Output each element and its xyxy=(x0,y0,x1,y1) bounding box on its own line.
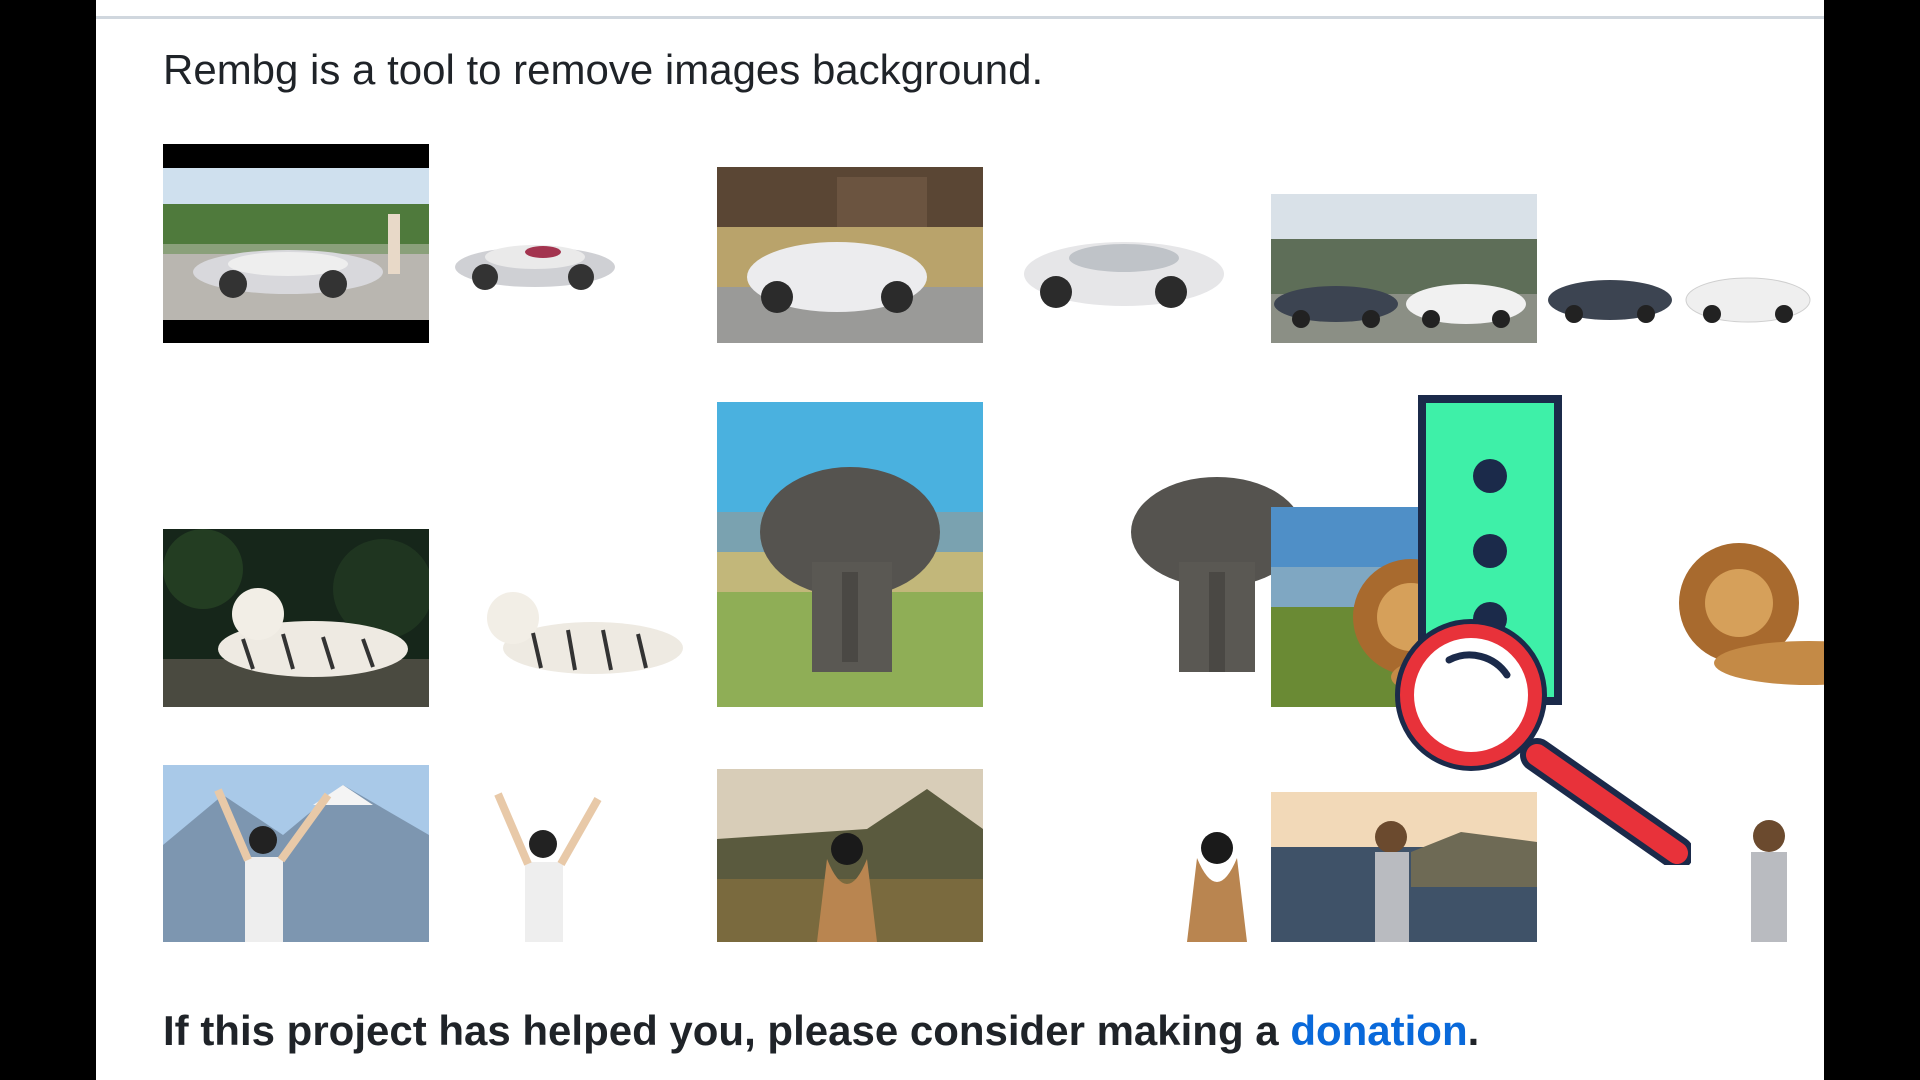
top-divider xyxy=(96,0,1824,19)
donation-note: If this project has helped you, please c… xyxy=(163,1007,1479,1055)
tiger-original xyxy=(163,529,429,707)
woman-arms-original xyxy=(163,765,429,942)
woman-arms-cutout xyxy=(473,784,613,942)
elephant-original xyxy=(717,402,983,707)
magnifier-icon xyxy=(1367,615,1694,870)
supercar-original xyxy=(717,167,983,343)
two-cars-cutout xyxy=(1548,270,1812,326)
car-concept-cutout xyxy=(453,222,617,302)
two-cars-original xyxy=(1271,194,1537,343)
readme-page: Rembg is a tool to remove images backgro… xyxy=(96,0,1824,1080)
car-concept-original xyxy=(163,144,429,343)
donation-note-suffix: . xyxy=(1467,1007,1480,1054)
supercar-cutout xyxy=(1021,222,1227,316)
donation-link[interactable]: donation xyxy=(1290,1007,1467,1054)
woman-back-cutout xyxy=(1177,826,1259,942)
intro-text: Rembg is a tool to remove images backgro… xyxy=(163,46,1044,93)
donation-note-prefix: If this project has helped you, please c… xyxy=(163,1007,1291,1054)
woman-sea-cutout xyxy=(1733,814,1805,942)
woman-back-original xyxy=(717,769,983,942)
tiger-cutout xyxy=(453,578,685,682)
